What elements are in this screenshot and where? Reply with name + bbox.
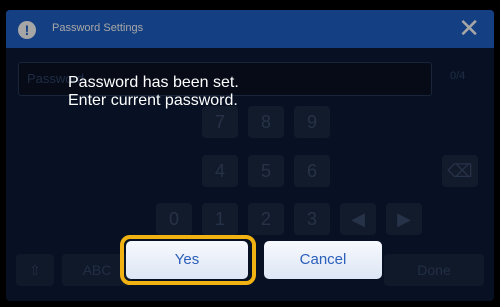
dialog-message-line1: Password has been set. — [68, 74, 239, 91]
yes-button-highlight — [120, 235, 256, 285]
dialog-message-line2: Enter current password. — [68, 92, 238, 109]
password-settings-screen: ! Password Settings ✕ Password 0/4 7 8 9… — [6, 10, 494, 301]
dialog-message: Password has been set. Enter current pas… — [68, 74, 239, 110]
cancel-button[interactable]: Cancel — [264, 241, 382, 279]
